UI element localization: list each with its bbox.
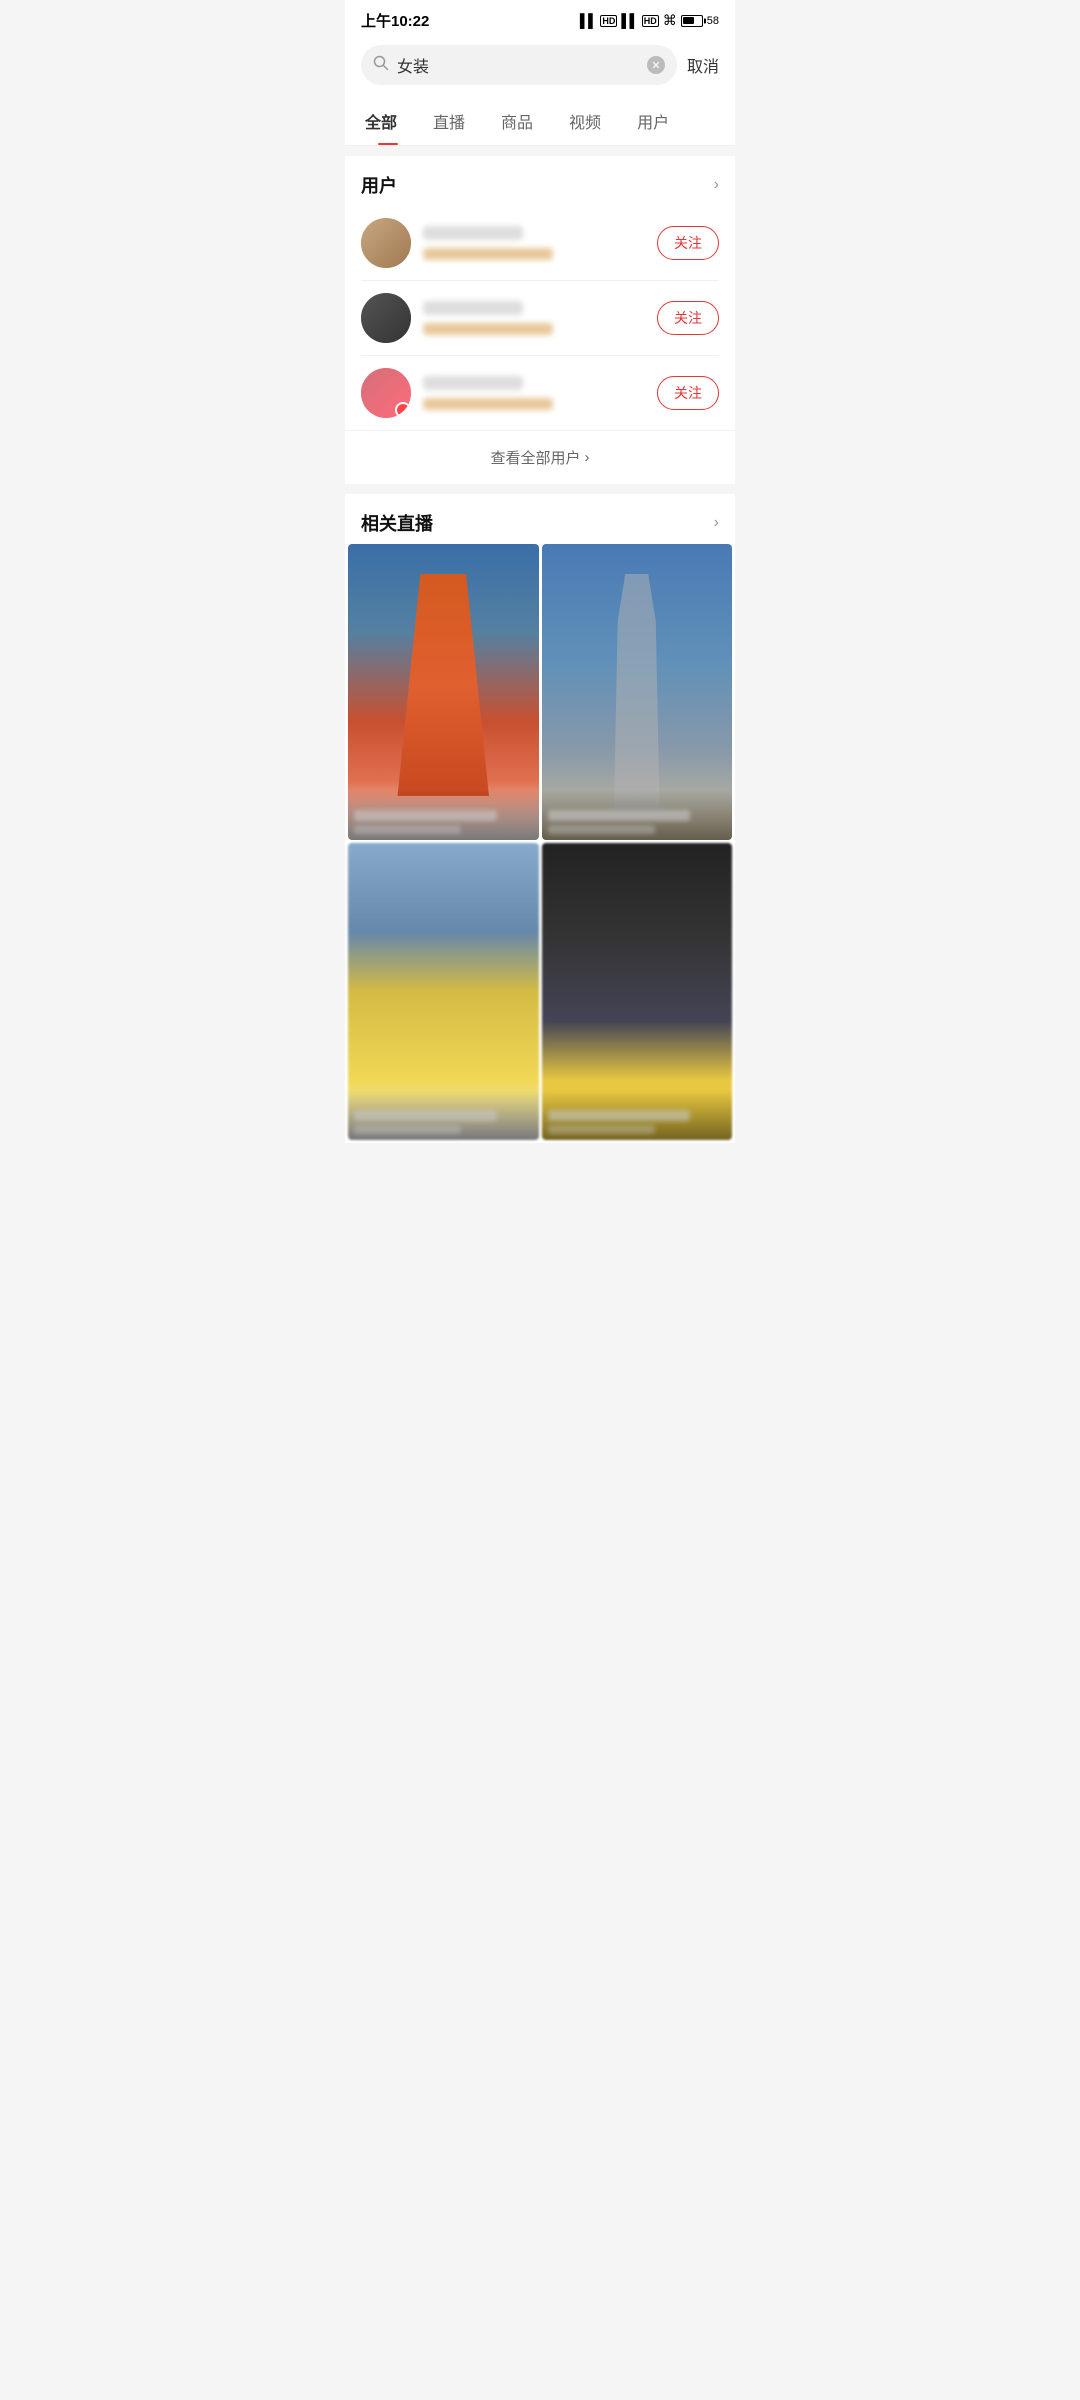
view-all-arrow: › — [585, 449, 590, 466]
live-card-info — [348, 790, 539, 840]
live-card[interactable] — [348, 843, 539, 1139]
user-name-blur — [423, 226, 523, 240]
avatar — [361, 293, 411, 343]
live-card-title — [354, 1110, 497, 1121]
user-item: 关注 — [361, 356, 719, 430]
hd-badge: HD — [600, 15, 617, 27]
follow-button[interactable]: 关注 — [657, 226, 719, 260]
status-bar: 上午10:22 ▌▌ HD ▌▌ HD ⌘ 58 — [345, 0, 735, 37]
live-card[interactable] — [542, 843, 733, 1139]
live-card-subtitle — [354, 1125, 461, 1134]
user-name-blur — [423, 376, 523, 390]
user-info — [423, 301, 645, 335]
follow-button[interactable]: 关注 — [657, 376, 719, 410]
avatar — [361, 368, 411, 418]
search-input-wrapper[interactable]: 女装 ✕ — [361, 45, 677, 85]
tab-bar: 全部 直播 商品 视频 用户 — [345, 97, 735, 146]
live-card-subtitle — [354, 825, 461, 834]
tab-live[interactable]: 直播 — [415, 97, 483, 145]
live-section: 相关直播 › — [345, 494, 735, 1143]
live-badge — [395, 402, 411, 418]
battery-level: 58 — [707, 15, 719, 27]
live-card-info — [348, 1090, 539, 1140]
user-stats-blur — [423, 398, 553, 410]
live-card[interactable] — [348, 544, 539, 840]
users-section-title: 用户 — [361, 172, 397, 198]
tab-users[interactable]: 用户 — [619, 97, 687, 145]
view-all-label: 查看全部用户 — [490, 447, 580, 468]
avatar — [361, 218, 411, 268]
hd-badge2: HD — [642, 15, 659, 27]
live-section-header: 相关直播 › — [345, 494, 735, 544]
status-icons: ▌▌ HD ▌▌ HD ⌘ 58 — [580, 12, 719, 29]
signal2-icon: ▌▌ — [621, 13, 637, 28]
user-name-blur — [423, 301, 523, 315]
live-section-title: 相关直播 — [361, 510, 433, 536]
user-item: 关注 — [361, 281, 719, 356]
search-icon — [373, 55, 389, 75]
dress-decoration — [386, 574, 500, 796]
users-more-arrow[interactable]: › — [714, 176, 719, 194]
search-query: 女装 — [397, 53, 639, 77]
status-time: 上午10:22 — [361, 10, 429, 31]
live-card-info — [542, 1090, 733, 1140]
live-card-subtitle — [548, 825, 655, 834]
live-more-arrow[interactable]: › — [714, 514, 719, 532]
view-all-users[interactable]: 查看全部用户 › — [345, 430, 735, 484]
users-section: 用户 › 关注 关注 — [345, 156, 735, 484]
user-info — [423, 376, 645, 410]
user-stats-blur — [423, 323, 553, 335]
users-section-header: 用户 › — [345, 156, 735, 206]
battery-icon — [681, 15, 703, 27]
tab-video[interactable]: 视频 — [551, 97, 619, 145]
tab-all[interactable]: 全部 — [361, 97, 415, 145]
live-grid — [345, 544, 735, 1143]
follow-button[interactable]: 关注 — [657, 301, 719, 335]
battery-fill — [683, 17, 694, 24]
live-card-subtitle — [548, 1125, 655, 1134]
live-card-title — [548, 810, 691, 821]
user-item: 关注 — [361, 206, 719, 281]
signal-icon: ▌▌ — [580, 13, 596, 28]
live-card-info — [542, 790, 733, 840]
user-stats-blur — [423, 248, 553, 260]
live-card-title — [354, 810, 497, 821]
cancel-button[interactable]: 取消 — [687, 53, 719, 77]
search-bar: 女装 ✕ 取消 — [345, 37, 735, 97]
person-decoration — [599, 574, 675, 811]
live-card-title — [548, 1110, 691, 1121]
wifi-icon: ⌘ — [663, 12, 677, 29]
clear-button[interactable]: ✕ — [647, 56, 665, 74]
tab-products[interactable]: 商品 — [483, 97, 551, 145]
live-card[interactable] — [542, 544, 733, 840]
user-info — [423, 226, 645, 260]
user-list: 关注 关注 关注 — [345, 206, 735, 430]
